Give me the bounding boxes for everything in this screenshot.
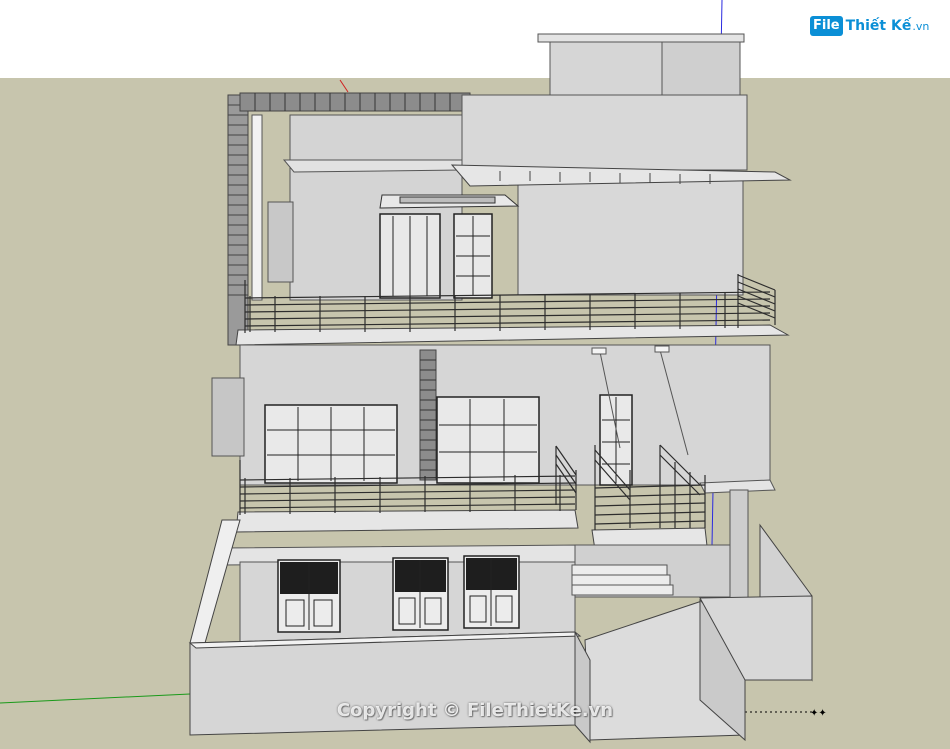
roof-tower-cap — [537, 33, 745, 43]
ground-right-column — [729, 489, 749, 606]
logo-badge: File — [810, 16, 843, 36]
rod-bracket-right — [654, 345, 670, 353]
pergola-inner-post — [251, 114, 263, 301]
copyright-watermark: Copyright © FileThietKe.vn — [0, 700, 950, 721]
sketchup-viewport[interactable]: ✦✦ — [0, 0, 950, 749]
house-3d-model: ✦✦ — [0, 0, 950, 749]
roof-tower-left — [549, 39, 663, 96]
top-floor-side-box — [267, 201, 294, 283]
sky — [0, 0, 950, 78]
rod-bracket-left — [591, 347, 607, 355]
top-floor-wall-right-lower — [517, 179, 744, 296]
top-window-canopy-slats — [399, 196, 496, 204]
top-eave-left — [282, 159, 463, 173]
ground-window-2 — [392, 557, 449, 631]
top-floor-wall-right — [461, 94, 748, 171]
entrance-steps — [571, 564, 674, 596]
ground-window-3 — [463, 555, 520, 629]
logo-tld: .vn — [912, 19, 930, 33]
logo-name: Thiết Kế — [845, 18, 912, 34]
ground-window-1 — [277, 559, 341, 633]
middle-window-right — [436, 396, 540, 484]
middle-balcony-slab — [235, 509, 579, 533]
filethietke-logo: File Thiết Kế .vn — [810, 14, 929, 38]
roof-tower-right — [661, 39, 741, 96]
copyright-text: Copyright © FileThietKe.vn — [336, 700, 614, 721]
middle-floor-side-box — [211, 377, 245, 457]
